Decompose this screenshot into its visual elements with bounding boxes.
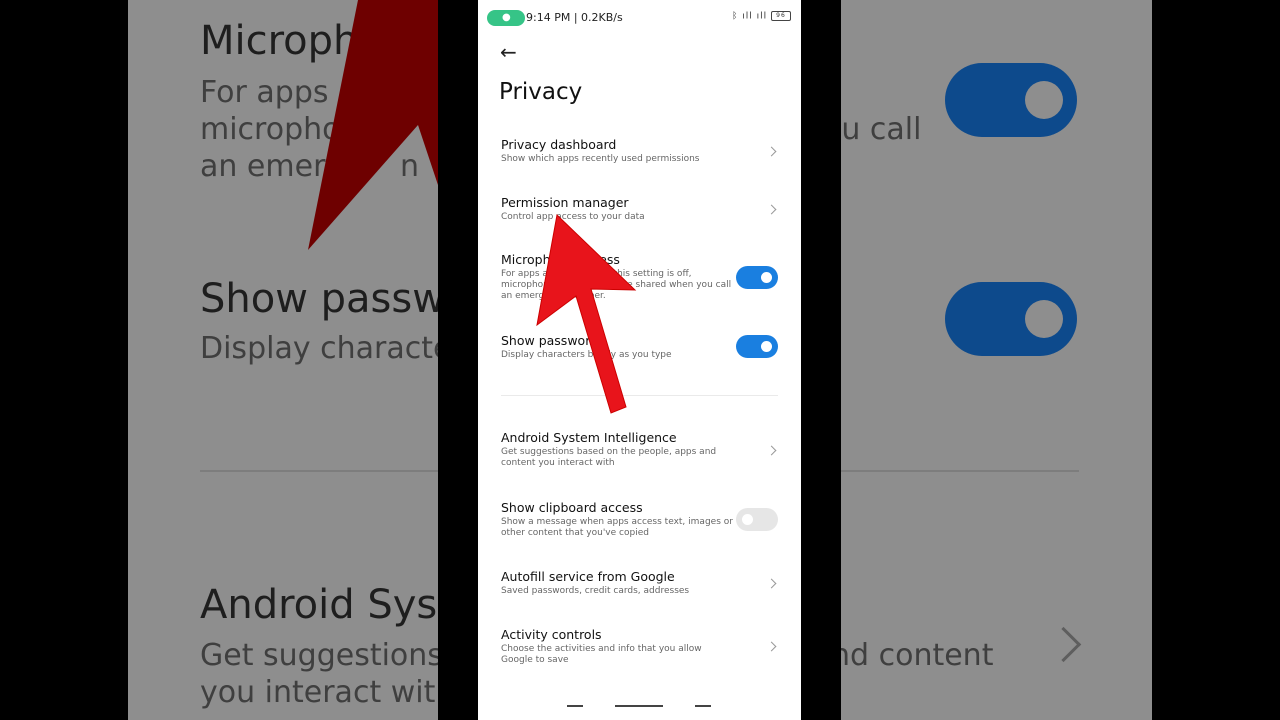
bg-sub-line: ou call — [841, 112, 922, 147]
section-divider — [501, 395, 778, 396]
list-item-show-passwords[interactable]: Show passwords Display characters briefl… — [478, 326, 801, 372]
back-arrow-icon[interactable]: ← — [500, 40, 524, 64]
chevron-right-icon — [766, 204, 777, 215]
nav-home-button[interactable] — [615, 705, 663, 707]
item-subtitle: Saved passwords, credit cards, addresses — [501, 586, 690, 596]
status-time: 9:14 PM | 0.2KB/s — [526, 11, 623, 24]
mic-icon: ● — [502, 12, 511, 23]
show-passwords-toggle[interactable] — [736, 335, 778, 358]
item-subtitle: Control app access to your data — [501, 212, 645, 222]
list-item-show-clipboard-access[interactable]: Show clipboard access Show a message whe… — [478, 493, 801, 547]
item-title: Activity controls — [501, 627, 602, 642]
page-title: Privacy — [499, 79, 583, 105]
item-title: Autofill service from Google — [501, 569, 675, 584]
bg-toggle-icon — [945, 63, 1077, 137]
battery-icon: 96 — [771, 11, 791, 21]
status-icons: ᛒ ıll ıll 96 — [732, 11, 791, 22]
list-item-android-system-intelligence[interactable]: Android System Intelligence Get suggesti… — [478, 423, 801, 477]
item-title: Permission manager — [501, 195, 629, 210]
background-zoom-left: Microph For apps micropho an emer n Show… — [128, 0, 438, 720]
list-item-microphone-access[interactable]: Microphone access For apps and services.… — [478, 246, 801, 312]
chevron-right-icon — [766, 146, 777, 157]
item-title: Show clipboard access — [501, 500, 643, 515]
list-item-activity-controls[interactable]: Activity controls Choose the activities … — [478, 620, 801, 674]
bg-arrow-fragment — [308, 0, 438, 250]
item-title: Microphone access — [501, 252, 620, 267]
show-clipboard-access-toggle[interactable] — [736, 508, 778, 531]
status-bar: ● 9:14 PM | 0.2KB/s ᛒ ıll ıll 96 — [478, 0, 801, 36]
bg-chevron-right-icon — [1045, 626, 1082, 663]
item-subtitle: Get suggestions based on the people, app… — [501, 447, 717, 468]
background-zoom-right: ou call nd content — [841, 0, 1152, 720]
nav-menu-button[interactable] — [567, 705, 583, 707]
item-title: Show passwords — [501, 333, 605, 348]
list-item-autofill-service[interactable]: Autofill service from Google Saved passw… — [478, 562, 801, 608]
list-item-permission-manager[interactable]: Permission manager Control app access to… — [478, 188, 801, 234]
item-subtitle: Show which apps recently used permission… — [501, 154, 700, 164]
chevron-right-icon — [766, 445, 777, 456]
item-subtitle: Show a message when apps access text, im… — [501, 517, 733, 538]
nav-back-button[interactable] — [695, 705, 711, 707]
item-title: Privacy dashboard — [501, 137, 617, 152]
item-title: Android System Intelligence — [501, 430, 677, 445]
signal-icon: ᛒ ıll ıll — [732, 11, 768, 22]
item-subtitle: Choose the activities and info that you … — [501, 644, 702, 665]
bg-toggle-icon — [945, 282, 1077, 356]
bg-divider — [841, 470, 1079, 472]
microphone-access-toggle[interactable] — [736, 266, 778, 289]
list-item-privacy-dashboard[interactable]: Privacy dashboard Show which apps recent… — [478, 130, 801, 176]
chevron-right-icon — [766, 641, 777, 652]
mic-indicator[interactable]: ● — [487, 10, 525, 26]
bg-sub-line: nd content — [841, 638, 994, 673]
item-subtitle: Display characters briefly as you type — [501, 350, 672, 360]
chevron-right-icon — [766, 578, 777, 589]
phone-screen: ● 9:14 PM | 0.2KB/s ᛒ ıll ıll 96 ← Priva… — [478, 0, 801, 720]
item-subtitle: For apps and services. If this setting i… — [501, 269, 732, 301]
